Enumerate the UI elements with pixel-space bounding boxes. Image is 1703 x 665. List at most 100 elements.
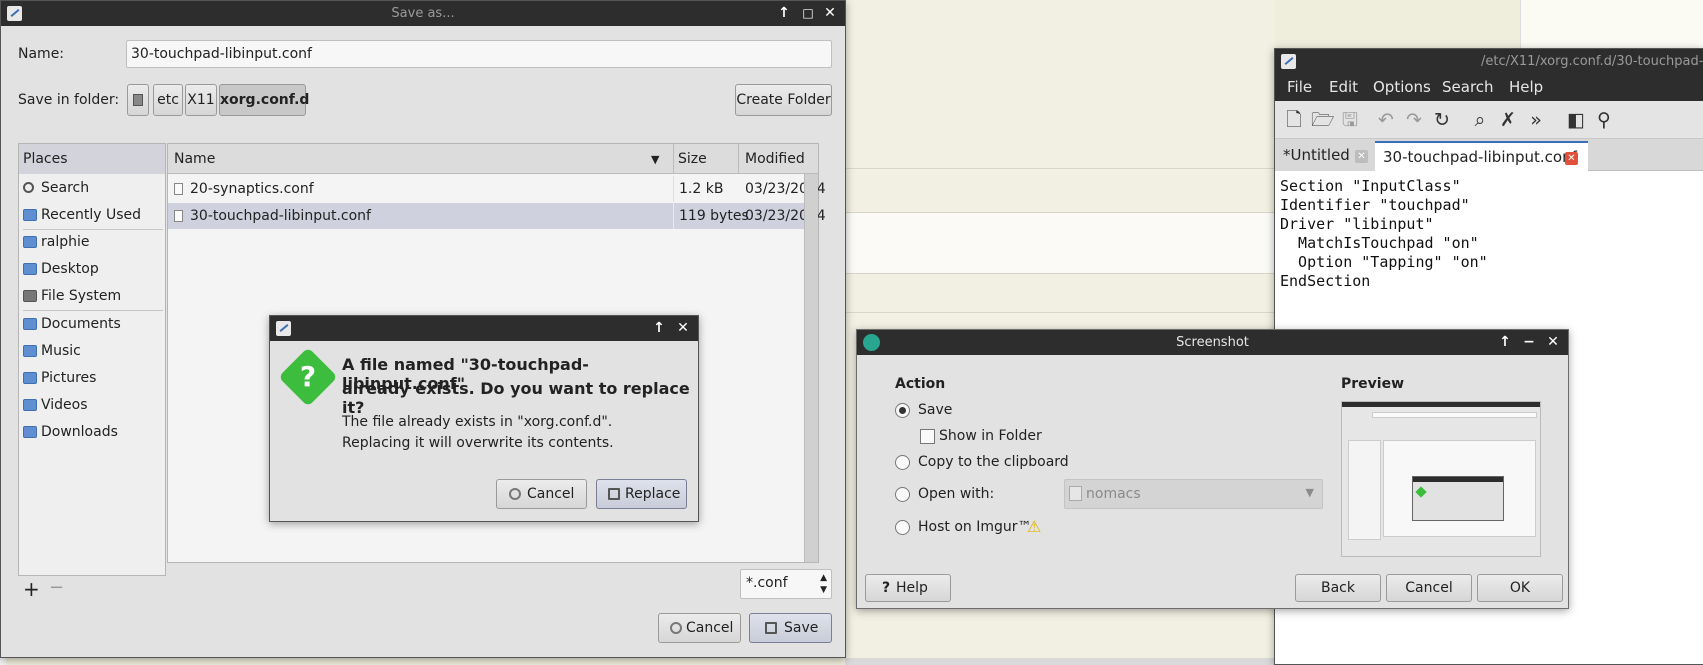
imgur-radio[interactable] (895, 520, 910, 535)
tab-touchpad-conf[interactable]: 30-touchpad-libinput.conf ✕ (1375, 141, 1588, 171)
open-with-radio[interactable] (895, 487, 910, 502)
path-x11-button[interactable]: X11 (185, 84, 217, 116)
file-list-scrollbar[interactable] (804, 174, 818, 562)
side-pane-icon[interactable]: ◧ (1565, 109, 1587, 131)
screenshot-title: Screenshot (1176, 335, 1249, 350)
menu-options[interactable]: Options (1373, 78, 1431, 96)
folder-icon (23, 209, 37, 221)
find-replace-icon[interactable]: ✗ (1497, 109, 1519, 131)
column-modified[interactable]: Modified (745, 151, 805, 167)
name-label: Name: (18, 46, 65, 62)
save-radio[interactable] (895, 403, 910, 418)
redo-icon[interactable]: ↷ (1403, 109, 1425, 131)
background-field (845, 212, 1275, 274)
replace-body-2: Replacing it will overwrite its contents… (342, 435, 614, 451)
file-list-header: Name ▼ Size Modified (168, 144, 818, 174)
folder-label: Save in folder: (18, 92, 120, 108)
more-chevron-icon[interactable]: » (1525, 109, 1547, 131)
cancel-icon (670, 622, 682, 634)
close-icon[interactable]: ✕ (1544, 333, 1562, 351)
maximize-up-icon[interactable]: ↑ (775, 4, 793, 22)
action-heading: Action (895, 376, 946, 392)
app-icon (276, 321, 291, 336)
help-button[interactable]: ? Help (865, 574, 951, 602)
sort-down-icon[interactable]: ▼ (651, 153, 659, 166)
close-icon[interactable]: ✕ (674, 319, 692, 337)
tab-untitled[interactable]: *Untitled ✕ (1275, 141, 1375, 171)
disk-icon (23, 290, 37, 302)
preview-heading: Preview (1341, 376, 1405, 392)
menu-file[interactable]: File (1287, 78, 1312, 96)
restore-icon[interactable]: □ (799, 4, 817, 22)
column-name[interactable]: Name (174, 151, 215, 167)
column-size[interactable]: Size (672, 151, 707, 167)
places-separator (23, 310, 163, 311)
file-icon (174, 210, 183, 222)
create-folder-button[interactable]: Create Folder (735, 84, 832, 116)
save-button[interactable]: Save (749, 613, 832, 643)
thumb-titlebar (1342, 402, 1540, 407)
place-documents[interactable]: Documents (23, 312, 121, 336)
save-icon[interactable]: 🖫 (1339, 109, 1361, 131)
thumb-dialog-titlebar (1413, 477, 1503, 482)
show-in-folder-checkbox[interactable] (920, 429, 935, 444)
path-etc-button[interactable]: etc (153, 84, 183, 116)
open-with-select[interactable]: nomacs ▼ (1064, 479, 1323, 509)
bookmark-icon[interactable]: ⚲ (1593, 109, 1615, 131)
cell-divider (673, 203, 674, 229)
minimize-icon[interactable]: − (1520, 333, 1538, 351)
file-row-selected[interactable]: 30-touchpad-libinput.conf 119 bytes 03/2… (168, 203, 826, 229)
place-downloads[interactable]: Downloads (23, 420, 118, 444)
path-xorgconfd-button[interactable]: xorg.conf.d (219, 84, 309, 116)
save-dialog-title: Save as... (391, 6, 455, 21)
menu-edit[interactable]: Edit (1329, 78, 1358, 96)
ok-button[interactable]: OK (1477, 574, 1563, 602)
menu-help[interactable]: Help (1509, 78, 1543, 96)
videos-folder-icon (23, 399, 37, 411)
maximize-up-icon[interactable]: ↑ (1496, 333, 1514, 351)
menu-search[interactable]: Search (1442, 78, 1494, 96)
filename-input[interactable]: 30-touchpad-libinput.conf (126, 40, 832, 68)
clipboard-radio[interactable] (895, 455, 910, 470)
editor-tabbar: *Untitled ✕ 30-touchpad-libinput.conf ✕ (1275, 139, 1703, 171)
home-folder-icon (23, 236, 37, 248)
place-recently-used[interactable]: Recently Used (23, 203, 141, 227)
undo-icon[interactable]: ↶ (1375, 109, 1397, 131)
replace-button[interactable]: Replace (596, 479, 687, 509)
file-row[interactable]: 20-synaptics.conf 1.2 kB 03/23/2024 (168, 176, 826, 202)
place-ralphie[interactable]: ralphie (23, 230, 90, 254)
replace-heading-2: already exists. Do you want to replace i… (342, 379, 690, 417)
new-file-icon[interactable]: 🗋 (1283, 109, 1305, 131)
background-statusbar (845, 658, 1275, 665)
path-root-button[interactable] (127, 84, 149, 116)
close-icon[interactable]: ✕ (821, 4, 839, 22)
add-bookmark-button[interactable]: + (23, 577, 40, 601)
place-search[interactable]: Search (23, 176, 89, 200)
tab-close-icon[interactable]: ✕ (1355, 150, 1368, 163)
place-music[interactable]: Music (23, 339, 81, 363)
remove-bookmark-button[interactable]: − (49, 577, 64, 598)
maximize-up-icon[interactable]: ↑ (650, 319, 668, 337)
preview-thumbnail[interactable] (1341, 401, 1541, 557)
thumb-name-field (1372, 412, 1537, 418)
warning-icon: ⚠ (1027, 517, 1042, 536)
places-header[interactable]: Places (19, 144, 165, 174)
music-folder-icon (23, 345, 37, 357)
cancel-icon (509, 488, 521, 500)
reload-icon[interactable]: ↻ (1431, 109, 1453, 131)
save-cancel-button[interactable]: Cancel (658, 613, 741, 643)
thumb-replace-dialog (1412, 476, 1504, 521)
screenshot-cancel-button[interactable]: Cancel (1386, 574, 1472, 602)
back-button[interactable]: Back (1295, 574, 1381, 602)
filter-select[interactable]: *.conf ▲ ▼ (740, 569, 832, 599)
place-videos[interactable]: Videos (23, 393, 88, 417)
find-icon[interactable]: ⌕ (1469, 109, 1491, 131)
replace-cancel-button[interactable]: Cancel (496, 479, 587, 509)
tab-close-icon[interactable]: ✕ (1565, 152, 1578, 165)
open-folder-icon[interactable]: 🗁 (1311, 109, 1335, 131)
place-pictures[interactable]: Pictures (23, 366, 96, 390)
file-icon (174, 183, 183, 195)
background-panel (1520, 0, 1703, 50)
place-file-system[interactable]: File System (23, 284, 121, 308)
place-desktop[interactable]: Desktop (23, 257, 99, 281)
